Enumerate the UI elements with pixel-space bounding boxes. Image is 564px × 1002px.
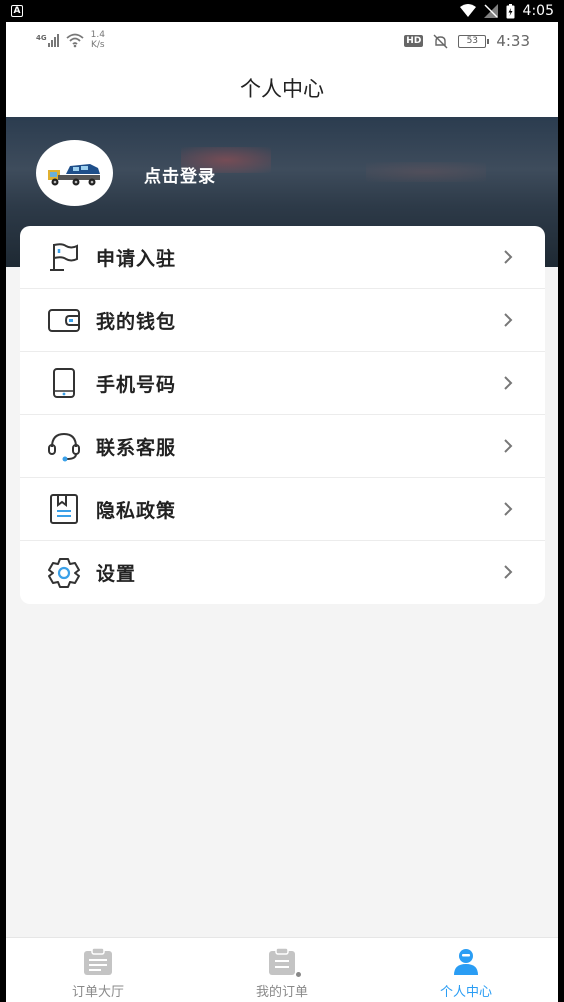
- chevron-right-icon: [504, 313, 513, 327]
- wifi-icon: [459, 4, 476, 17]
- chevron-right-icon: [504, 376, 513, 390]
- menu-item-label: 手机号码: [96, 373, 177, 396]
- bottom-navigation: 订单大厅 我的订单 个人中心: [6, 937, 558, 1002]
- notification-dot: [296, 972, 301, 977]
- network-type: 4G: [36, 33, 47, 42]
- login-link[interactable]: 点击登录: [144, 162, 216, 187]
- chevron-right-icon: [504, 565, 513, 579]
- tab-label: 订单大厅: [71, 985, 124, 1000]
- menu-item-apply[interactable]: 申请入驻: [20, 226, 545, 289]
- battery-indicator: 53: [458, 34, 490, 48]
- network-speed: 1.4 K/s: [91, 30, 105, 50]
- clipboard-icon: [267, 947, 301, 977]
- menu-item-settings[interactable]: 设置: [20, 541, 545, 604]
- page-title: 个人中心: [6, 62, 558, 117]
- battery-icon: [506, 3, 515, 18]
- menu-card: 申请入驻 我的钱包 手机号码 联系客服 隐私政策 设置: [20, 226, 545, 604]
- notification-badge: A: [11, 5, 23, 17]
- menu-item-support[interactable]: 联系客服: [20, 415, 545, 478]
- phone-icon: [46, 365, 82, 401]
- clipboard-list-icon: [83, 947, 113, 977]
- inner-status-bar: 4G 1.4 K/s HD 53 4:33: [6, 22, 558, 62]
- menu-item-wallet[interactable]: 我的钱包: [20, 289, 545, 352]
- user-icon: [451, 947, 481, 977]
- tab-label: 个人中心: [439, 985, 492, 1000]
- menu-item-label: 我的钱包: [96, 310, 177, 333]
- wallet-icon: [46, 302, 82, 338]
- flag-icon: [46, 239, 82, 275]
- document-icon: [46, 491, 82, 527]
- avatar[interactable]: [36, 140, 113, 206]
- network-speed-unit: K/s: [90, 40, 105, 50]
- menu-item-label: 联系客服: [96, 436, 177, 459]
- network-speed-value: 1.4: [90, 30, 105, 40]
- system-status-bar: A 4:05: [0, 0, 564, 22]
- tab-order-hall[interactable]: 订单大厅: [6, 938, 190, 1002]
- tow-truck-icon: [47, 164, 100, 186]
- app-screen: 4G 1.4 K/s HD 53 4:33 个人中心 点击登录 申请入驻 我的钱…: [6, 22, 558, 1002]
- chevron-right-icon: [504, 502, 513, 516]
- tab-profile[interactable]: 个人中心: [374, 938, 558, 1002]
- banner-glow: [366, 162, 486, 182]
- tab-label: 我的订单: [255, 985, 308, 1000]
- headset-icon: [46, 428, 82, 464]
- system-time: 4:05: [522, 3, 554, 19]
- menu-item-privacy[interactable]: 隐私政策: [20, 478, 545, 541]
- menu-item-phone[interactable]: 手机号码: [20, 352, 545, 415]
- tab-my-orders[interactable]: 我的订单: [190, 938, 374, 1002]
- chevron-right-icon: [504, 439, 513, 453]
- hd-badge: HD: [404, 35, 424, 47]
- menu-item-label: 设置: [96, 563, 137, 585]
- mute-bell-icon: [433, 34, 448, 48]
- signal-icon: [483, 4, 498, 18]
- menu-item-label: 申请入驻: [96, 247, 177, 270]
- wifi-icon: [66, 33, 84, 47]
- gear-icon: [46, 555, 82, 591]
- system-status-icons: 4:05: [459, 3, 554, 19]
- chevron-right-icon: [504, 250, 513, 264]
- menu-item-label: 隐私政策: [96, 499, 177, 522]
- cell-signal-icon: 4G: [36, 33, 59, 47]
- inner-time: 4:33: [496, 32, 530, 50]
